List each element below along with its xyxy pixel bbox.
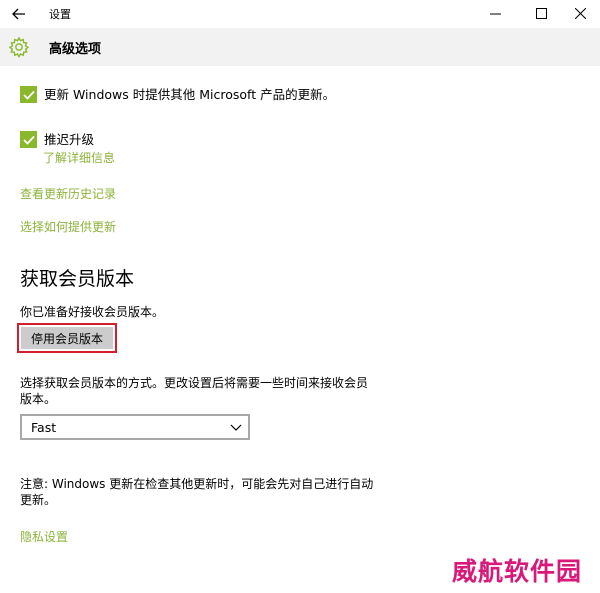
minimize-icon [489, 13, 501, 14]
gear-icon [8, 36, 30, 58]
ms-updates-label: 更新 Windows 时提供其他 Microsoft 产品的更新。 [44, 87, 336, 102]
minimize-button[interactable] [478, 2, 512, 24]
maximize-button[interactable] [524, 2, 558, 24]
page-title: 高级选项 [49, 42, 102, 57]
update-note-line-2: 更新。 [20, 493, 57, 507]
close-button[interactable] [563, 2, 597, 24]
chevron-down-icon [230, 424, 242, 431]
settings-window: 设置 高级选项 更新 Windows 时提供其他 Microsoft 产品的更新… [0, 0, 600, 593]
ms-updates-checkbox[interactable] [20, 86, 37, 103]
ms-updates-option: 更新 Windows 时提供其他 Microsoft 产品的更新。 [20, 86, 335, 103]
update-history-link[interactable]: 查看更新历史记录 [20, 185, 116, 202]
window-title: 设置 [49, 8, 71, 21]
stop-insider-button[interactable]: 停用会员版本 [21, 327, 113, 349]
delivery-options-link[interactable]: 选择如何提供更新 [20, 218, 116, 235]
insider-pace-description: 选择获取会员版本的方式。更改设置后将需要一些时间来接收会员 版本。 [20, 375, 368, 407]
title-bar: 设置 [0, 0, 600, 28]
checkmark-icon [22, 90, 35, 100]
insider-pace-line-2: 版本。 [20, 392, 57, 406]
learn-more-link[interactable]: 了解详细信息 [43, 149, 115, 166]
page-header: 高级选项 [0, 28, 600, 66]
update-note-line-1: 注意: Windows 更新在检查其他更新时，可能会先对自己进行自动 [20, 477, 374, 491]
checkmark-icon [22, 135, 35, 145]
privacy-settings-link[interactable]: 隐私设置 [20, 528, 68, 545]
maximize-icon [535, 7, 547, 19]
defer-upgrades-checkbox[interactable] [20, 131, 37, 148]
back-arrow-icon [12, 8, 25, 20]
insider-pace-dropdown[interactable]: Fast [20, 414, 250, 440]
stop-insider-highlight: 停用会员版本 [17, 323, 117, 353]
insider-pace-line-1: 选择获取会员版本的方式。更改设置后将需要一些时间来接收会员 [20, 376, 369, 390]
insider-ready-text: 你已准备好接收会员版本。 [20, 305, 165, 319]
watermark: 威航软件园 [452, 557, 583, 586]
insider-pace-value: Fast [31, 420, 57, 435]
defer-upgrades-option: 推迟升级 [20, 131, 94, 148]
close-icon [574, 7, 586, 19]
defer-upgrades-label: 推迟升级 [44, 132, 95, 147]
insider-section-title: 获取会员版本 [20, 268, 135, 290]
back-button[interactable] [8, 4, 30, 24]
update-note: 注意: Windows 更新在检查其他更新时，可能会先对自己进行自动 更新。 [20, 476, 373, 508]
